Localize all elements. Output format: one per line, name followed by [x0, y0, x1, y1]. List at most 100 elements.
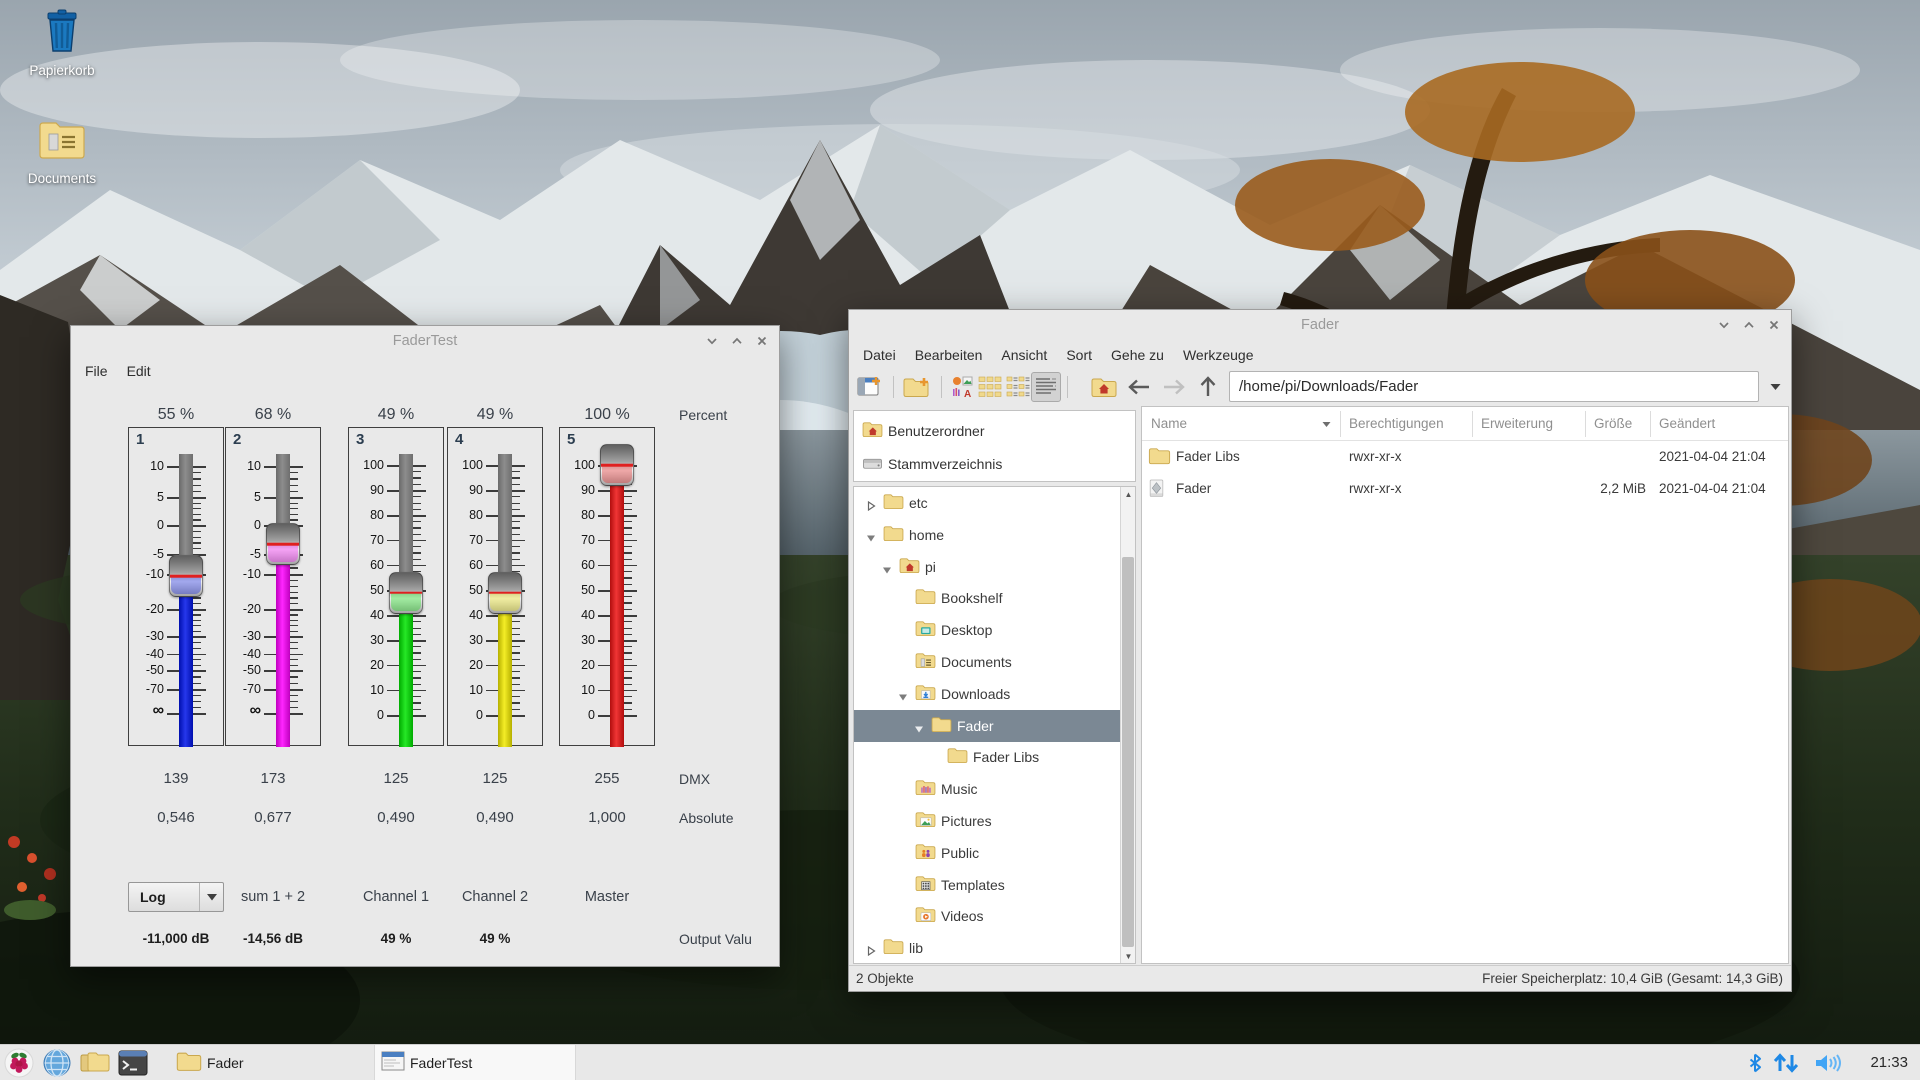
- shade-button[interactable]: [1717, 318, 1731, 332]
- menu-item-ansicht[interactable]: Ansicht: [1001, 347, 1047, 363]
- tick-major: [167, 609, 179, 611]
- desktop-icon-documents[interactable]: Documents: [16, 118, 108, 186]
- place-label: Benutzerordner: [888, 415, 985, 447]
- column-header-name[interactable]: Name: [1151, 407, 1187, 441]
- tree-item-fader[interactable]: Fader: [854, 710, 1135, 742]
- tick-minor: [413, 696, 421, 697]
- forward-button[interactable]: [1159, 372, 1189, 402]
- chevron-expanded-icon[interactable]: [914, 721, 924, 739]
- file-row-fader-libs[interactable]: Fader Libsrwxr-xr-x2021-04-04 21:04: [1142, 441, 1788, 473]
- tree-item-videos[interactable]: Videos: [854, 900, 1135, 932]
- fader-handle[interactable]: [169, 555, 203, 597]
- menu-item-sort[interactable]: Sort: [1066, 347, 1092, 363]
- new-window-button[interactable]: [855, 372, 885, 402]
- tree-item-pictures[interactable]: Pictures: [854, 805, 1135, 837]
- back-button[interactable]: [1124, 372, 1154, 402]
- path-bar[interactable]: /home/pi/Downloads/Fader: [1229, 371, 1759, 402]
- column-header-extension[interactable]: Erweiterung: [1481, 407, 1553, 441]
- fader-track[interactable]: [276, 454, 290, 747]
- browser-globe-icon[interactable]: [41, 1048, 73, 1078]
- detail-view-button[interactable]: [1031, 372, 1061, 402]
- tick-major: [413, 515, 426, 517]
- tree-item-label: etc: [909, 487, 928, 519]
- shade-button[interactable]: [705, 334, 719, 348]
- tick-minor: [512, 634, 520, 635]
- menu-item-datei[interactable]: Datei: [863, 347, 896, 363]
- file-manager-titlebar[interactable]: Fader: [849, 310, 1791, 340]
- desktop-icon-trash[interactable]: Papierkorb: [16, 8, 108, 78]
- scroll-down-icon[interactable]: ▼: [1121, 949, 1136, 963]
- column-header-permissions[interactable]: Berechtigungen: [1349, 407, 1444, 441]
- file-row-fader[interactable]: Faderrwxr-xr-x2,2 MiB2021-04-04 21:04: [1142, 473, 1788, 505]
- scale-tick-label: -40: [226, 647, 261, 661]
- tree-item-documents[interactable]: Documents: [854, 646, 1135, 678]
- maximize-button[interactable]: [1742, 318, 1756, 332]
- menu-item-edit[interactable]: Edit: [127, 363, 151, 379]
- menu-item-bearbeiten[interactable]: Bearbeiten: [915, 347, 983, 363]
- thumbnail-view-button[interactable]: [975, 372, 1005, 402]
- fadertest-titlebar[interactable]: FaderTest: [71, 326, 779, 356]
- menu-item-werkzeuge[interactable]: Werkzeuge: [1183, 347, 1254, 363]
- tick-minor: [512, 646, 520, 647]
- menu-item-file[interactable]: File: [85, 363, 108, 379]
- file-manager-icon[interactable]: [79, 1048, 111, 1078]
- chevron-expanded-icon[interactable]: [866, 530, 876, 548]
- handle-indicator-line: [390, 591, 422, 594]
- tree-scrollbar[interactable]: ▲ ▼: [1120, 487, 1135, 963]
- chevron-collapsed-icon[interactable]: [866, 498, 876, 516]
- folder-desktop-icon: [915, 620, 936, 642]
- fader-handle[interactable]: [389, 572, 423, 614]
- tree-item-public[interactable]: Public: [854, 837, 1135, 869]
- tree-item-downloads[interactable]: Downloads: [854, 678, 1135, 710]
- tick-minor: [290, 519, 298, 520]
- terminal-icon[interactable]: [117, 1048, 149, 1078]
- fader-track[interactable]: [179, 454, 193, 747]
- menu-item-gehe-zu[interactable]: Gehe zu: [1111, 347, 1164, 363]
- close-button[interactable]: [755, 334, 769, 348]
- column-header-size[interactable]: Größe: [1594, 407, 1632, 441]
- fader-handle[interactable]: [600, 444, 634, 486]
- tree-item-lib[interactable]: lib: [854, 932, 1135, 964]
- tree-item-home[interactable]: home: [854, 519, 1135, 551]
- bluetooth-icon[interactable]: [1748, 1045, 1762, 1080]
- scrollbar-thumb[interactable]: [1122, 557, 1134, 947]
- network-updown-icon[interactable]: [1772, 1045, 1800, 1080]
- up-button[interactable]: [1193, 372, 1223, 402]
- tree-item-pi[interactable]: pi: [854, 551, 1135, 583]
- tick-minor: [624, 634, 632, 635]
- fader-handle[interactable]: [266, 523, 300, 565]
- menu-raspberry-icon[interactable]: [3, 1048, 35, 1078]
- tree-item-etc[interactable]: etc: [854, 487, 1135, 519]
- volume-icon[interactable]: [1814, 1045, 1844, 1080]
- chevron-expanded-icon[interactable]: [882, 562, 892, 580]
- compact-view-button[interactable]: [1003, 372, 1033, 402]
- fader-handle[interactable]: [488, 572, 522, 614]
- task-button-fadertest[interactable]: FaderTest: [374, 1045, 576, 1080]
- clock[interactable]: 21:33: [1870, 1045, 1908, 1080]
- home-button[interactable]: [1089, 372, 1119, 402]
- column-header-modified[interactable]: Geändert: [1659, 407, 1715, 441]
- task-button-fader[interactable]: Fader: [170, 1045, 372, 1080]
- tree-item-templates[interactable]: Templates: [854, 869, 1135, 901]
- new-folder-button[interactable]: [901, 372, 931, 402]
- close-button[interactable]: [1767, 318, 1781, 332]
- scale-mode-dropdown[interactable]: Log: [128, 882, 224, 912]
- place-benutzerordner[interactable]: Benutzerordner: [854, 415, 1135, 447]
- tree-item-music[interactable]: Music: [854, 773, 1135, 805]
- path-dropdown-button[interactable]: [1765, 378, 1785, 396]
- scroll-up-icon[interactable]: ▲: [1121, 487, 1136, 501]
- tick-major: [486, 540, 498, 542]
- chevron-collapsed-icon[interactable]: [866, 943, 876, 961]
- column-separator: [1472, 411, 1473, 437]
- tick-major: [387, 540, 399, 542]
- tree-item-fader-libs[interactable]: Fader Libs: [854, 741, 1135, 773]
- fader-percent-value: 100 %: [559, 404, 655, 426]
- place-stammverzeichnis[interactable]: Stammverzeichnis: [854, 448, 1135, 480]
- maximize-button[interactable]: [730, 334, 744, 348]
- chevron-expanded-icon[interactable]: [898, 689, 908, 707]
- fader-track[interactable]: [610, 454, 624, 747]
- tree-item-bookshelf[interactable]: Bookshelf: [854, 582, 1135, 614]
- tick-minor: [290, 701, 298, 702]
- tree-item-desktop[interactable]: Desktop: [854, 614, 1135, 646]
- icon-view-button[interactable]: A: [947, 372, 977, 402]
